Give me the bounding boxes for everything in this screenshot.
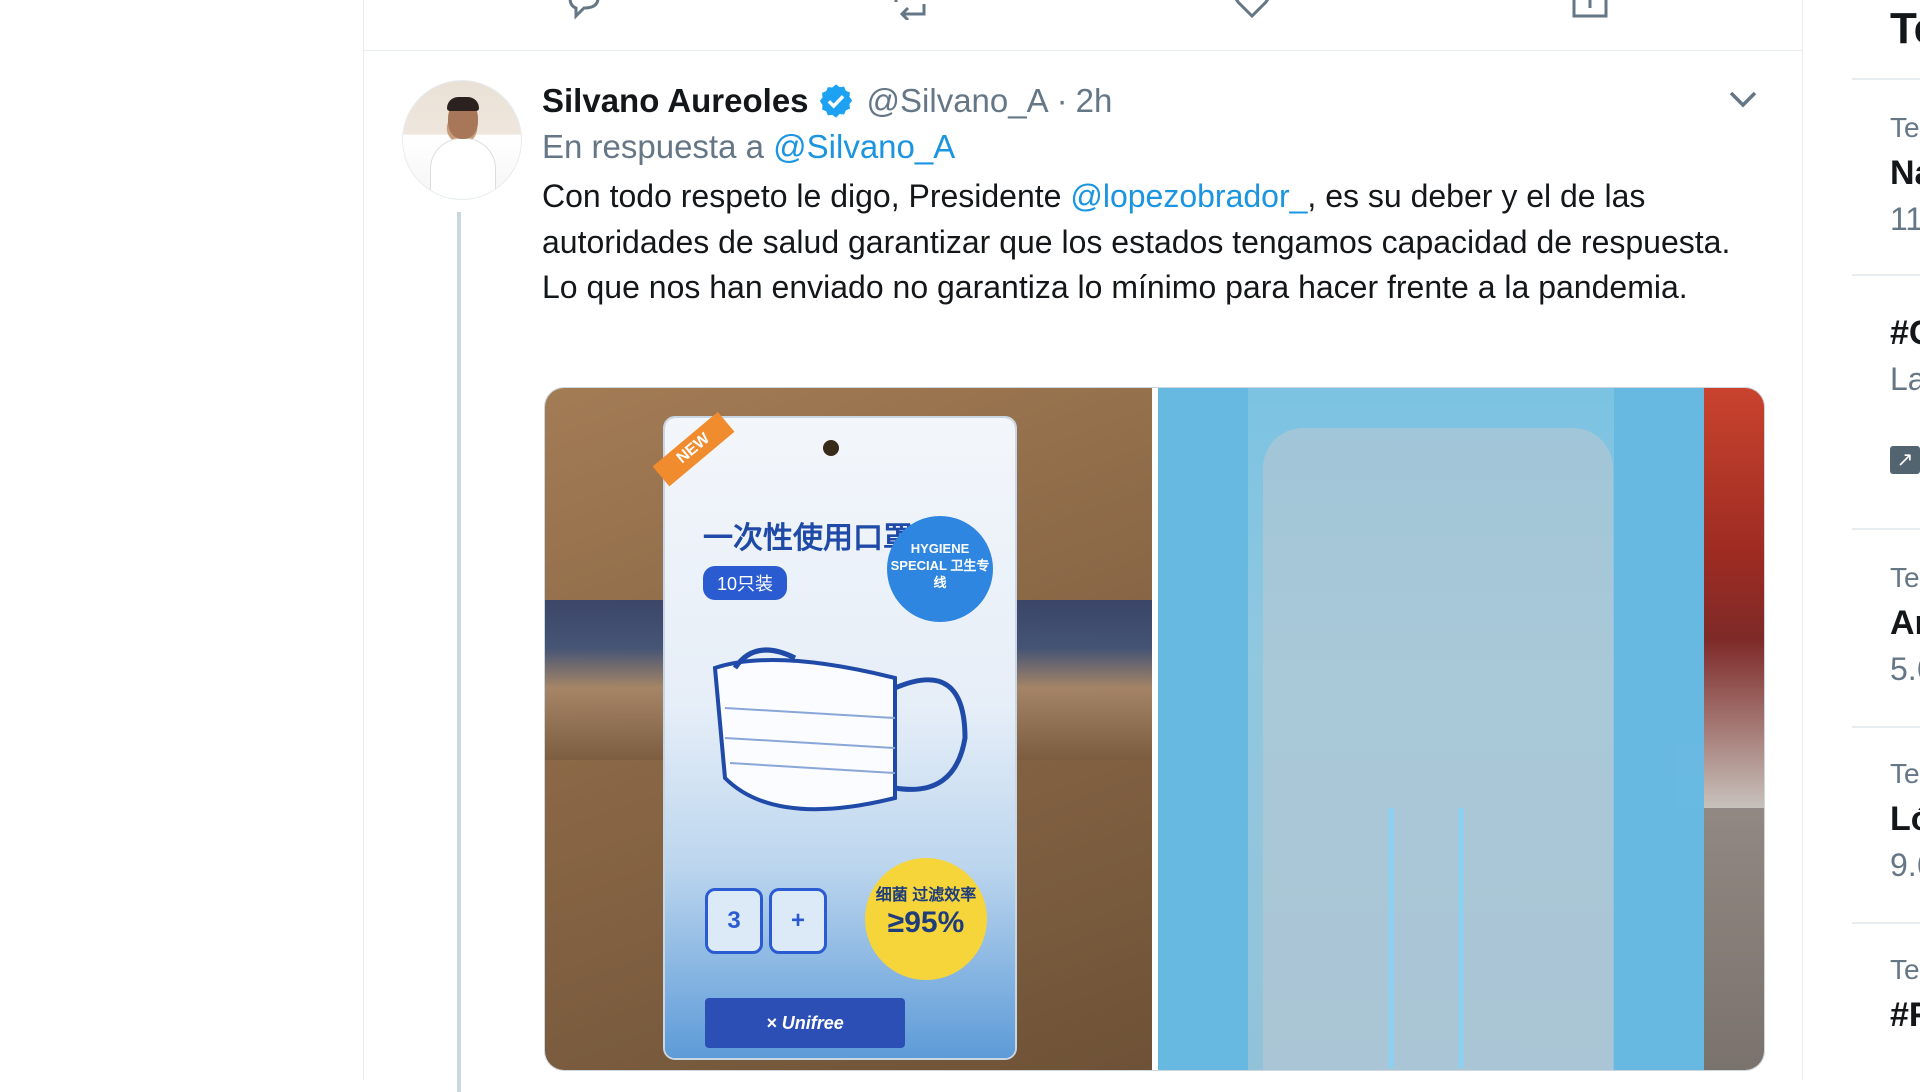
chevron-down-icon[interactable]: [1726, 82, 1766, 116]
trend-item[interactable]: Te Na 11: [1890, 112, 1920, 238]
trend-title: Ar: [1890, 604, 1920, 642]
share-icon[interactable]: [1570, 0, 1610, 18]
gown-body: [1262, 428, 1613, 1070]
divider: [1852, 528, 1920, 530]
mask-icon: [712, 647, 968, 812]
gown-left-sleeve: [1157, 388, 1248, 1070]
trend-item[interactable]: Te Ló 9.6: [1890, 758, 1920, 884]
tweet-text: Con todo respeto le digo, Presidente @lo…: [542, 174, 1772, 311]
author-name[interactable]: Silvano Aureoles: [542, 82, 809, 120]
package-hole: [823, 440, 839, 456]
reply-prefix: En respuesta a: [542, 128, 764, 165]
reply-icon[interactable]: [564, 0, 604, 20]
photo-gown[interactable]: [1157, 388, 1764, 1070]
previous-tweet-action-bar: [364, 0, 1802, 51]
thread-line: [457, 212, 461, 1092]
filtration-rate-badge: 细菌 过滤效率 ≥95%: [865, 858, 987, 980]
reply-context: En respuesta a @Silvano_A: [542, 128, 955, 166]
trend-count: 5.6: [1890, 651, 1920, 687]
trend-title: #F: [1890, 996, 1920, 1034]
timeline-column: Silvano Aureoles @Silvano_A · 2h En resp…: [363, 0, 1803, 1092]
trend-count: 9.6: [1890, 847, 1920, 883]
package-brand: × Unifree: [705, 998, 905, 1048]
retweet-icon[interactable]: [890, 0, 930, 22]
package-new-tag: NEW: [652, 411, 735, 487]
divider: [1852, 922, 1920, 924]
trend-item[interactable]: Te Ar 5.6: [1890, 562, 1920, 688]
gown: [1157, 388, 1704, 1070]
three-layer-icon: 3: [705, 888, 763, 954]
trend-title: #C: [1890, 314, 1920, 352]
like-icon[interactable]: [1232, 0, 1272, 19]
external-link-icon[interactable]: ↗: [1890, 446, 1920, 474]
filtration-rate-value: ≥95%: [887, 906, 965, 939]
trend-meta: Te: [1890, 954, 1920, 985]
trend-meta: Te: [1890, 758, 1920, 789]
package-title: 一次性使用口罩: [703, 522, 913, 555]
shield-icon: +: [769, 888, 827, 954]
trend-title: Ló: [1890, 800, 1920, 838]
author-handle[interactable]: @Silvano_A: [867, 82, 1049, 120]
trends-sidebar: Te Te Na 11 #C La ↗ Te Ar 5.6 Te Ló 9.6 …: [1852, 0, 1920, 1080]
trend-count: 11: [1890, 201, 1920, 237]
divider: [1852, 726, 1920, 728]
gown-right-sleeve: [1614, 388, 1704, 1070]
timestamp[interactable]: 2h: [1076, 82, 1113, 120]
divider: [1852, 78, 1920, 80]
gown-tie-left: [1387, 808, 1394, 1068]
package-hygiene-badge: HYGIENE SPECIAL 卫生专线: [887, 516, 993, 622]
trend-item[interactable]: #C La: [1890, 304, 1920, 398]
photo-mask-package[interactable]: NEW 一次性使用口罩 10只装 HYGIENE SPECIAL 卫生专线 3 …: [545, 388, 1152, 1070]
mask-package: NEW 一次性使用口罩 10只装 HYGIENE SPECIAL 卫生专线 3 …: [652, 411, 1015, 1058]
tweet-media: NEW 一次性使用口罩 10只装 HYGIENE SPECIAL 卫生专线 3 …: [544, 387, 1765, 1071]
separator: ·: [1056, 82, 1068, 119]
avatar[interactable]: [402, 80, 522, 200]
trends-header: Te: [1890, 4, 1920, 53]
tweet-text-part1: Con todo respeto le digo, Presidente: [542, 178, 1071, 214]
package-count: 10只装: [703, 566, 788, 600]
reply-to-link[interactable]: @Silvano_A: [773, 128, 955, 165]
tweet-header: Silvano Aureoles @Silvano_A · 2h: [542, 76, 1112, 126]
trend-title: Na: [1890, 154, 1920, 192]
tweet[interactable]: Silvano Aureoles @Silvano_A · 2h En resp…: [364, 52, 1802, 1092]
divider: [1852, 274, 1920, 276]
trend-description: La: [1890, 361, 1920, 397]
verified-badge-icon: [819, 84, 852, 118]
mention-link[interactable]: @lopezobrador_: [1070, 178, 1307, 214]
gown-tie-right: [1457, 808, 1464, 1068]
filtration-rate-label: 细菌 过滤效率: [875, 887, 977, 904]
trend-item[interactable]: Te #F: [1890, 954, 1920, 1035]
trend-meta: Te: [1890, 112, 1920, 143]
trend-meta: Te: [1890, 562, 1920, 593]
